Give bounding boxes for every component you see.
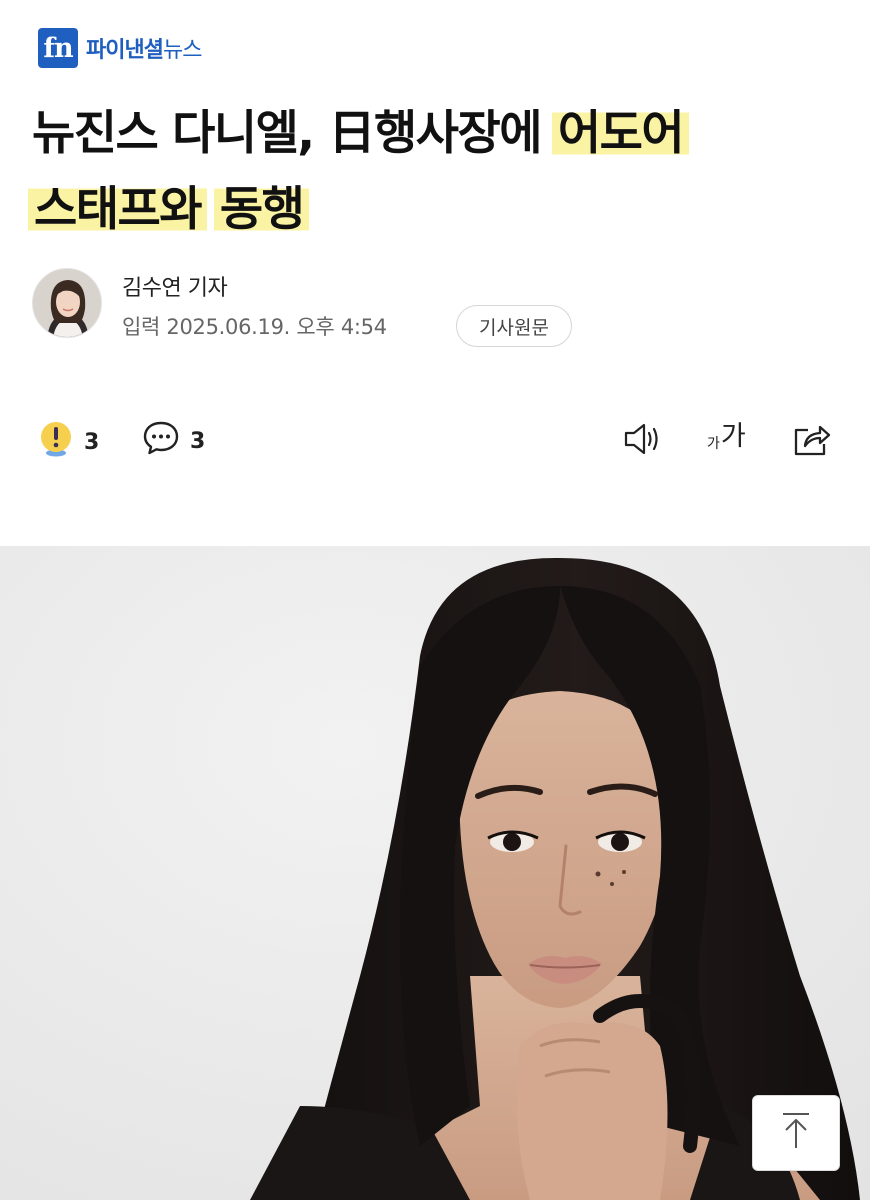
article-photo xyxy=(0,546,870,1200)
brand-name-light: 뉴스 xyxy=(162,38,202,63)
reaction-button[interactable]: 3 xyxy=(38,420,99,464)
brand-logo-mark: fn xyxy=(38,28,78,68)
original-article-button[interactable]: 기사원문 xyxy=(456,305,572,347)
share-button[interactable] xyxy=(792,420,832,464)
reaction-count: 3 xyxy=(84,429,100,455)
author-name[interactable]: 김수연 기자 xyxy=(122,270,228,302)
scroll-to-top-button[interactable] xyxy=(752,1095,840,1171)
comment-bubble-icon xyxy=(142,420,180,462)
exclamation-reaction-icon xyxy=(38,420,74,464)
comment-count: 3 xyxy=(190,428,206,454)
brand-name-bold: 파이낸셜 xyxy=(86,38,164,63)
article-title: 뉴진스 다니엘, 日행사장에 어도어스태프와 동행 xyxy=(28,96,852,248)
published-date: 입력 2025.06.19. 오후 4:54 xyxy=(122,315,387,339)
brand-logo[interactable]: fn 파이낸셜뉴스 xyxy=(38,28,202,68)
arrow-up-icon xyxy=(779,1111,813,1155)
title-highlight-2a: 스태프와 xyxy=(28,182,207,237)
title-plain-text: 뉴진스 다니엘, 日행사장에 xyxy=(32,106,556,161)
font-size-large-label: 가 xyxy=(720,421,746,452)
font-size-button[interactable]: 가가 xyxy=(707,420,746,454)
speaker-icon xyxy=(622,420,664,464)
share-icon xyxy=(792,420,832,464)
title-highlight-2b: 동행 xyxy=(213,182,310,237)
title-highlight-1: 어도어 xyxy=(551,106,690,161)
author-avatar[interactable] xyxy=(32,268,102,338)
font-size-small-label: 가 xyxy=(707,436,720,452)
font-size-icon: 가가 xyxy=(707,420,746,454)
brand-logo-text: 파이낸셜뉴스 xyxy=(86,32,202,64)
text-to-speech-button[interactable] xyxy=(622,420,664,464)
comment-button[interactable]: 3 xyxy=(142,420,205,462)
